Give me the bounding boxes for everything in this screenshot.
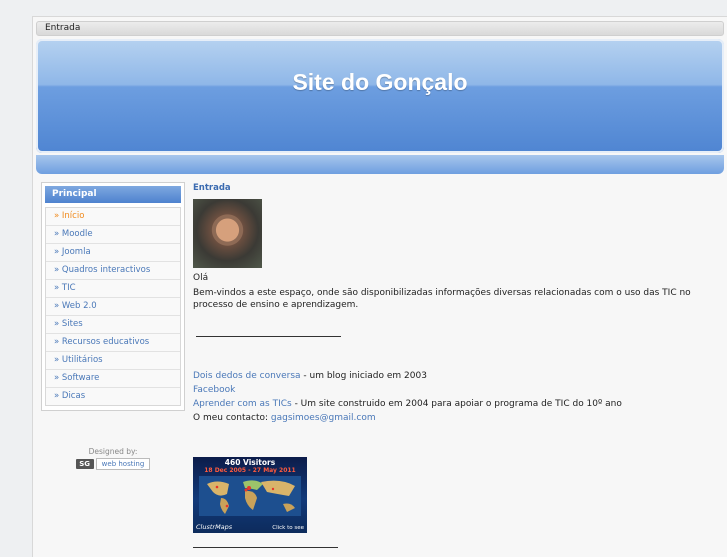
sidebar-item-dicas[interactable]: » Dicas <box>46 388 180 405</box>
page-frame: Entrada Site do Gonçalo Principal » Iníc… <box>32 16 727 557</box>
sidebar-item-web20[interactable]: » Web 2.0 <box>46 298 180 316</box>
link-line-blog: Dois dedos de conversa - um blog iniciad… <box>193 371 427 381</box>
web-hosting-link[interactable]: web hosting <box>95 457 151 470</box>
contact-email-link[interactable]: gagsimoes@gmail.com <box>271 413 376 423</box>
sidebar-item-sites[interactable]: » Sites <box>46 316 180 334</box>
header-banner: Site do Gonçalo <box>36 39 724 153</box>
link-line-site: Aprender com as TICs - Um site construid… <box>193 399 622 409</box>
clustrmaps-widget[interactable]: 460 Visitors 18 Dec 2005 - 27 May 2011 C… <box>193 457 307 533</box>
sidebar-item-inicio[interactable]: » Início <box>46 208 180 226</box>
facebook-link[interactable]: Facebook <box>193 385 235 395</box>
header-subbar <box>36 155 724 174</box>
blog-link[interactable]: Dois dedos de conversa <box>193 371 301 381</box>
visitor-count: 460 Visitors <box>224 458 276 467</box>
content-title: Entrada <box>193 183 231 193</box>
world-map-icon <box>199 476 301 516</box>
sidebar-item-recursos-educativos[interactable]: » Recursos educativos <box>46 334 180 352</box>
menu-list: » Início » Moodle » Joomla » Quadros int… <box>45 207 181 406</box>
link-line-facebook: Facebook <box>193 385 235 395</box>
sidebar-item-utilitarios[interactable]: » Utilitários <box>46 352 180 370</box>
blog-description: - um blog iniciado em 2003 <box>300 371 427 381</box>
menu-header: Principal <box>45 186 181 203</box>
divider <box>196 336 341 337</box>
sidebar-menu: Principal » Início » Moodle » Joomla » Q… <box>41 182 185 411</box>
web-hosting-badge[interactable]: SG web hosting <box>73 457 153 470</box>
site-description: - Um site construido em 2004 para apoiar… <box>291 399 622 409</box>
profile-photo <box>193 199 262 268</box>
breadcrumb: Entrada <box>36 21 724 36</box>
sidebar-item-quadros-interactivos[interactable]: » Quadros interactivos <box>46 262 180 280</box>
main-content: Entrada Olá Bem-vindos a este espaço, on… <box>193 183 723 548</box>
sidebar-item-joomla[interactable]: » Joomla <box>46 244 180 262</box>
sidebar-item-software[interactable]: » Software <box>46 370 180 388</box>
hosting-logo-icon: SG <box>75 458 94 469</box>
greeting-text: Olá <box>193 273 209 283</box>
clustrmaps-brand: ClustrMaps <box>196 523 233 531</box>
contact-label: O meu contacto: <box>193 413 271 423</box>
divider <box>193 547 338 548</box>
sidebar-item-moodle[interactable]: » Moodle <box>46 226 180 244</box>
aprender-tics-link[interactable]: Aprender com as TICs <box>193 399 292 409</box>
sidebar-item-tic[interactable]: » TIC <box>46 280 180 298</box>
site-title: Site do Gonçalo <box>292 69 468 95</box>
intro-text: Bem-vindos a este espaço, onde são dispo… <box>193 288 691 310</box>
clustrmaps-cta: Click to see <box>272 525 304 531</box>
designed-by-label: Designed by: <box>88 447 138 456</box>
visitor-dates: 18 Dec 2005 - 27 May 2011 <box>204 467 296 474</box>
contact-line: O meu contacto: gagsimoes@gmail.com <box>193 413 376 423</box>
